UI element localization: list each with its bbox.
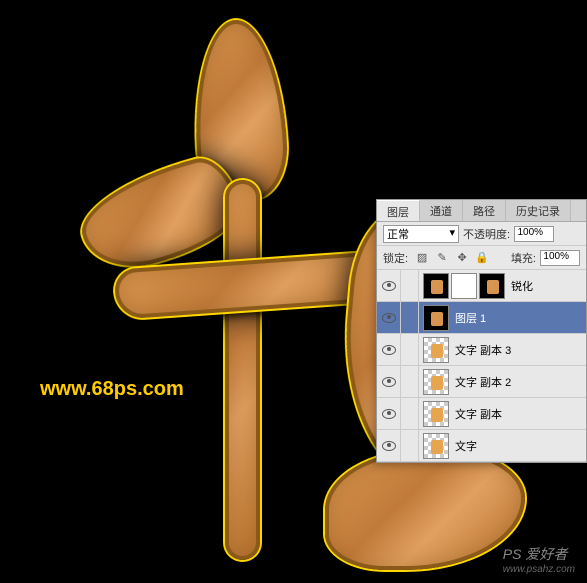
layer-mask-thumbnail[interactable] (451, 273, 477, 299)
layer-thumbnail[interactable] (479, 273, 505, 299)
visibility-toggle[interactable] (377, 398, 401, 429)
eye-icon (382, 409, 396, 419)
eye-icon (382, 441, 396, 451)
glyph-stroke (225, 180, 260, 560)
layer-thumbnail[interactable] (423, 401, 449, 427)
tab-paths[interactable]: 路径 (463, 200, 506, 221)
link-column[interactable] (401, 430, 419, 461)
layer-item[interactable]: 文字 副本 (377, 398, 586, 430)
layer-thumbnail[interactable] (423, 273, 449, 299)
lock-position-icon[interactable]: ✥ (454, 250, 470, 266)
layer-item[interactable]: 锐化 (377, 270, 586, 302)
watermark-brand-url: www.psahz.com (503, 564, 575, 575)
lock-transparency-icon[interactable]: ▨ (414, 250, 430, 266)
link-column[interactable] (401, 334, 419, 365)
layer-name-label[interactable]: 文字 (449, 438, 477, 454)
glyph-stroke (325, 450, 525, 570)
layer-name-label[interactable]: 文字 副本 2 (449, 374, 511, 390)
layers-panel: 图层 通道 路径 历史记录 正常 ▾ 不透明度: 100% 锁定: ▨ ✎ ✥ … (376, 199, 587, 463)
layer-name-label[interactable]: 锐化 (505, 278, 533, 294)
visibility-toggle[interactable] (377, 302, 401, 333)
layer-name-label[interactable]: 图层 1 (449, 310, 486, 326)
watermark-brand-text: PS 爱好者 (503, 546, 568, 562)
eye-icon (382, 281, 396, 291)
fill-input[interactable]: 100% (540, 250, 580, 266)
layer-name-label[interactable]: 文字 副本 (449, 406, 502, 422)
lock-fill-row: 锁定: ▨ ✎ ✥ 🔒 填充: 100% (377, 246, 586, 270)
lock-all-icon[interactable]: 🔒 (474, 250, 490, 266)
chevron-down-icon: ▾ (449, 226, 455, 239)
link-column[interactable] (401, 398, 419, 429)
layer-item[interactable]: 文字 副本 3 (377, 334, 586, 366)
layer-thumbnail[interactable] (423, 305, 449, 331)
link-column[interactable] (401, 270, 419, 301)
visibility-toggle[interactable] (377, 430, 401, 461)
fill-label: 填充: (511, 250, 536, 266)
watermark-url: www.68ps.com (40, 378, 184, 401)
link-column[interactable] (401, 302, 419, 333)
eye-icon (382, 313, 396, 323)
tab-history[interactable]: 历史记录 (506, 200, 571, 221)
lock-pixels-icon[interactable]: ✎ (434, 250, 450, 266)
glyph-stroke (71, 151, 249, 279)
visibility-toggle[interactable] (377, 270, 401, 301)
layer-item[interactable]: 图层 1 (377, 302, 586, 334)
layers-list: 锐化 图层 1 文字 副本 3 文字 副本 2 (377, 270, 586, 462)
lock-label: 锁定: (383, 250, 408, 266)
tab-channels[interactable]: 通道 (420, 200, 463, 221)
layer-item[interactable]: 文字 (377, 430, 586, 462)
opacity-input[interactable]: 100% (514, 226, 554, 242)
watermark-brand: PS 爱好者 www.psahz.com (503, 544, 575, 575)
tab-layers[interactable]: 图层 (377, 200, 420, 221)
eye-icon (382, 345, 396, 355)
layer-thumbnail[interactable] (423, 369, 449, 395)
layer-thumbnail[interactable] (423, 433, 449, 459)
layer-item[interactable]: 文字 副本 2 (377, 366, 586, 398)
visibility-toggle[interactable] (377, 334, 401, 365)
visibility-toggle[interactable] (377, 366, 401, 397)
opacity-label: 不透明度: (463, 226, 510, 242)
eye-icon (382, 377, 396, 387)
layer-name-label[interactable]: 文字 副本 3 (449, 342, 511, 358)
blend-mode-select[interactable]: 正常 ▾ (383, 225, 459, 243)
layer-thumbnail[interactable] (423, 337, 449, 363)
blend-mode-value: 正常 (387, 229, 409, 241)
panel-tab-bar: 图层 通道 路径 历史记录 (377, 200, 586, 222)
blend-opacity-row: 正常 ▾ 不透明度: 100% (377, 222, 586, 246)
link-column[interactable] (401, 366, 419, 397)
